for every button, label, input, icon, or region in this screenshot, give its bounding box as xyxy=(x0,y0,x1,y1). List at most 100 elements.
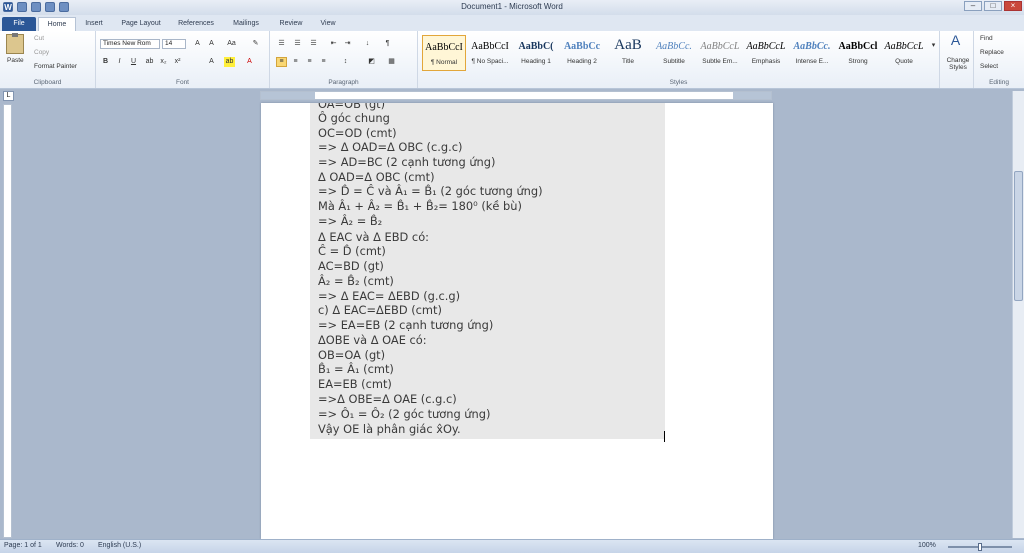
change-styles-button[interactable]: Change Styles xyxy=(943,57,973,71)
decrease-indent-icon[interactable]: ⇤ xyxy=(328,39,339,49)
window-title: Document1 - Microsoft Word xyxy=(461,2,563,11)
align-right-icon[interactable]: ≡ xyxy=(304,57,315,67)
doc-line: ΔOBE và Δ OAE có: xyxy=(318,333,427,347)
pasted-math-image[interactable]: OA=OB (gt) Ô góc chung OC=OD (cmt) => Δ … xyxy=(310,103,665,439)
find-button[interactable]: Find xyxy=(980,35,993,42)
copy-button[interactable]: Copy xyxy=(34,49,49,56)
style-name: Intense E... xyxy=(795,58,829,65)
vertical-ruler[interactable] xyxy=(3,104,12,538)
grow-font-icon[interactable]: A xyxy=(192,39,203,49)
styles-more-icon[interactable]: ▾ xyxy=(928,41,939,51)
change-styles-icon[interactable]: A xyxy=(950,33,961,47)
style-heading-1[interactable]: AaBbC(Heading 1 xyxy=(514,35,558,71)
styles-group: AaBbCcI ¶ Normal AaBbCcI ¶ No Spaci... AaB… xyxy=(418,31,940,88)
align-left-icon[interactable]: ≡ xyxy=(276,57,287,67)
tab-insert[interactable]: Insert xyxy=(78,17,110,31)
font-name-select[interactable]: Times New Rom xyxy=(100,39,160,49)
maximize-button[interactable]: □ xyxy=(984,1,1002,11)
style-title[interactable]: AaB Title xyxy=(606,35,650,71)
vertical-scrollbar[interactable] xyxy=(1012,91,1024,538)
language-indicator[interactable]: English (U.S.) xyxy=(98,542,141,549)
text-effects-icon[interactable]: A xyxy=(206,57,217,67)
tab-view[interactable]: View xyxy=(312,17,344,31)
show-marks-icon[interactable]: ¶ xyxy=(382,39,393,49)
increase-indent-icon[interactable]: ⇥ xyxy=(342,39,353,49)
replace-button[interactable]: Replace xyxy=(980,49,1004,56)
minimize-button[interactable]: – xyxy=(964,1,982,11)
close-button[interactable]: × xyxy=(1004,1,1022,11)
paste-icon[interactable] xyxy=(6,33,24,54)
status-bar: Page: 1 of 1 Words: 0 English (U.S.) 100… xyxy=(0,539,1024,553)
font-color-icon[interactable]: A xyxy=(244,57,255,67)
style-sample: AaBbCcL xyxy=(700,41,740,52)
zoom-level[interactable]: 100% xyxy=(918,542,936,549)
paste-label[interactable]: Paste xyxy=(7,57,24,64)
multilevel-list-icon[interactable]: ☰ xyxy=(308,39,319,49)
bold-icon[interactable]: B xyxy=(100,57,111,67)
clear-formatting-icon[interactable]: ✎ xyxy=(250,39,261,49)
doc-line: Vậy OE là phân giác x̂Oy. xyxy=(318,422,461,436)
style-emphasis[interactable]: AaBbCcL Emphasis xyxy=(744,35,788,71)
style-name: Heading 2 xyxy=(567,58,597,65)
tab-review[interactable]: Review xyxy=(272,17,310,31)
borders-icon[interactable]: ▦ xyxy=(386,57,397,67)
title-bar: W Document1 - Microsoft Word – □ × xyxy=(0,0,1024,15)
bullets-icon[interactable]: ☰ xyxy=(276,39,287,49)
zoom-slider-knob[interactable] xyxy=(978,543,982,551)
style-intense-emphasis[interactable]: AaBbCc. Intense E... xyxy=(790,35,834,71)
format-painter-button[interactable]: Format Painter xyxy=(34,63,77,70)
style-no-spacing[interactable]: AaBbCcI ¶ No Spaci... xyxy=(468,35,512,71)
highlight-icon[interactable]: ab xyxy=(224,57,235,67)
doc-line: => Â₂ = B̂₂ xyxy=(318,214,383,228)
tab-mailings[interactable]: Mailings xyxy=(224,17,268,31)
style-sample: AaBbCcL xyxy=(884,41,924,52)
style-quote[interactable]: AaBbCcL Quote xyxy=(882,35,926,71)
subscript-icon[interactable]: x₂ xyxy=(158,57,169,67)
paragraph-group-label: Paragraph xyxy=(328,79,359,86)
style-subtle-emphasis[interactable]: AaBbCcL Subtle Em... xyxy=(698,35,742,71)
scrollbar-thumb[interactable] xyxy=(1014,171,1023,301)
doc-line: Δ EAC và Δ EBD có: xyxy=(318,230,430,244)
document-page[interactable]: OA=OB (gt) Ô góc chung OC=OD (cmt) => Δ … xyxy=(261,103,773,539)
style-sample: AaBbCcL xyxy=(746,41,786,52)
style-name: ¶ No Spaci... xyxy=(471,58,509,65)
shrink-font-icon[interactable]: A xyxy=(206,39,217,49)
tab-home[interactable]: Home xyxy=(38,17,76,31)
underline-icon[interactable]: U xyxy=(128,57,139,67)
line-spacing-icon[interactable]: ↕ xyxy=(340,57,351,67)
doc-line: => Δ OAD=Δ OBC (c.g.c) xyxy=(318,140,463,154)
superscript-icon[interactable]: x² xyxy=(172,57,183,67)
page-count[interactable]: Page: 1 of 1 xyxy=(4,542,42,549)
styles-group-label: Styles xyxy=(669,79,688,86)
tab-page-layout[interactable]: Page Layout xyxy=(114,17,168,31)
italic-icon[interactable]: I xyxy=(114,57,125,67)
justify-icon[interactable]: ≡ xyxy=(318,57,329,67)
cut-button[interactable]: Cut xyxy=(34,35,44,42)
window-controls: – □ × xyxy=(964,1,1022,11)
doc-line: c) Δ EAC=ΔEBD (cmt) xyxy=(318,303,442,317)
right-margin-marker xyxy=(733,92,771,99)
style-normal[interactable]: AaBbCcI ¶ Normal xyxy=(422,35,466,71)
align-center-icon[interactable]: ≡ xyxy=(290,57,301,67)
zoom-slider[interactable] xyxy=(948,543,1012,551)
style-subtitle[interactable]: AaBbCc. Subtitle xyxy=(652,35,696,71)
style-sample: AaBbCc. xyxy=(793,41,831,52)
style-heading-2[interactable]: AaBbCc Heading 2 xyxy=(560,35,604,71)
ruler-tab-selector[interactable]: L xyxy=(3,91,14,101)
change-case-icon[interactable]: Aa xyxy=(226,39,237,49)
style-sample: AaBbCc xyxy=(563,41,601,52)
horizontal-ruler[interactable] xyxy=(260,91,772,100)
select-button[interactable]: Select xyxy=(980,63,998,70)
tab-file[interactable]: File xyxy=(2,17,36,31)
font-size-select[interactable]: 14 xyxy=(162,39,186,49)
shading-icon[interactable]: ◩ xyxy=(366,57,377,67)
strikethrough-icon[interactable]: ab xyxy=(144,57,155,67)
style-strong[interactable]: AaBbCcl Strong xyxy=(836,35,880,71)
word-count[interactable]: Words: 0 xyxy=(56,542,84,549)
sort-icon[interactable]: ↓ xyxy=(362,39,373,49)
ribbon: Paste Cut Copy Format Painter Clipboard … xyxy=(0,31,1024,89)
tab-references[interactable]: References xyxy=(172,17,220,31)
font-group: Times New Rom 14 A A Aa ✎ B I U ab x₂ x²… xyxy=(96,31,270,88)
doc-line: Mà Â₁ + Â₂ = B̂₁ + B̂₂= 180⁰ (kề bù) xyxy=(318,199,522,213)
numbering-icon[interactable]: ☰ xyxy=(292,39,303,49)
